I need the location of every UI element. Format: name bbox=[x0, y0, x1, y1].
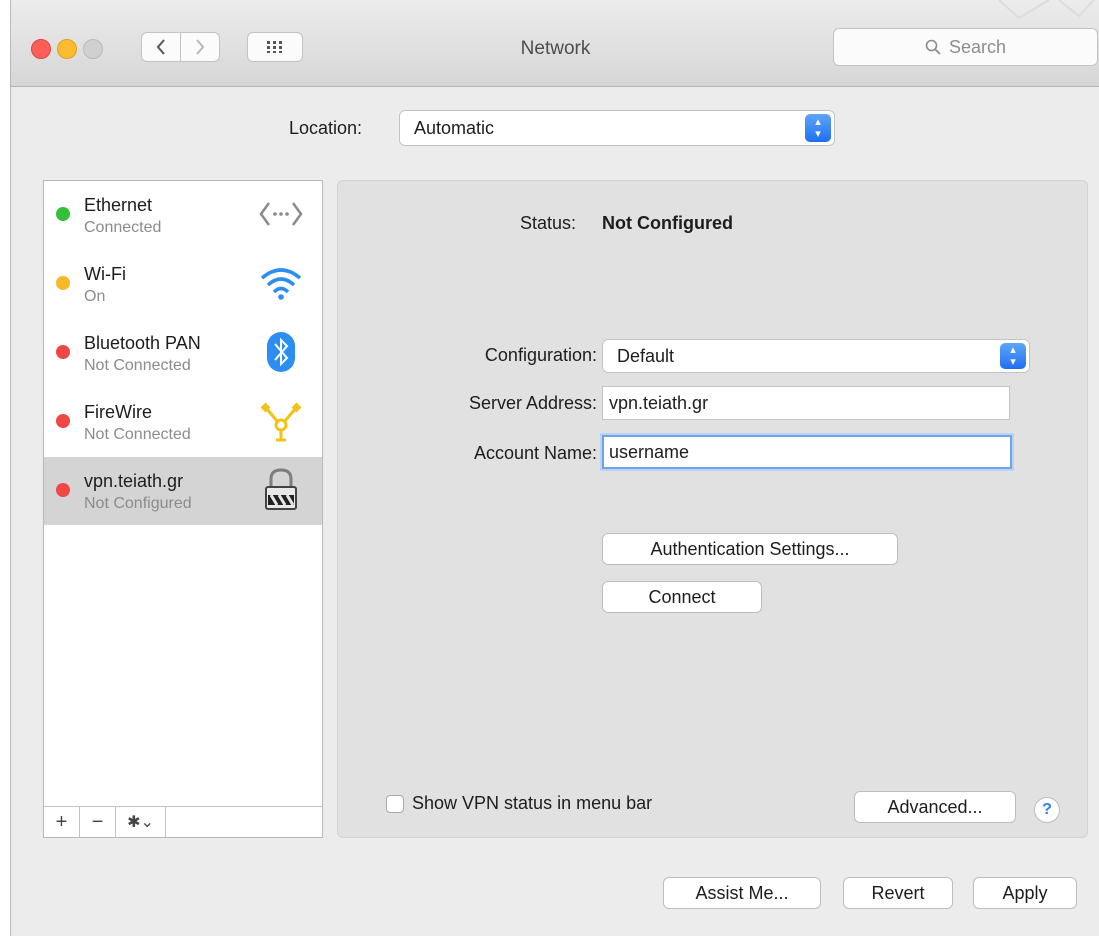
service-item-vpn[interactable]: vpn.teiath.gr Not Configured bbox=[44, 457, 322, 525]
service-name: Bluetooth PAN bbox=[84, 333, 201, 353]
account-name-field[interactable]: username bbox=[602, 435, 1012, 469]
service-status: Not Connected bbox=[84, 357, 191, 374]
wifi-icon bbox=[256, 258, 306, 308]
network-preferences-window: Network Search Location: Automatic ▴ ▾ Et… bbox=[10, 0, 1099, 936]
apply-button[interactable]: Apply bbox=[973, 877, 1077, 909]
configuration-label: Configuration: bbox=[484, 345, 597, 365]
service-status: Not Connected bbox=[84, 426, 191, 443]
select-arrows-icon: ▴ ▾ bbox=[805, 114, 831, 142]
service-name: Wi-Fi bbox=[84, 264, 126, 284]
location-select[interactable]: Automatic ▴ ▾ bbox=[399, 110, 835, 146]
account-name-label: Account Name: bbox=[473, 443, 597, 463]
remove-service-button[interactable]: − bbox=[80, 807, 116, 837]
service-status: Connected bbox=[84, 219, 162, 236]
show-vpn-status-checkbox[interactable] bbox=[386, 794, 404, 813]
title-bar: Network Search bbox=[11, 0, 1099, 87]
status-dot bbox=[56, 276, 70, 290]
authentication-settings-button[interactable]: Authentication Settings... bbox=[602, 533, 898, 565]
select-arrows-icon: ▴ ▾ bbox=[1000, 343, 1026, 369]
bluetooth-icon bbox=[256, 327, 306, 377]
action-menu-button[interactable]: ✱⌄ bbox=[116, 807, 166, 837]
server-address-field[interactable]: vpn.teiath.gr bbox=[602, 386, 1010, 420]
status-value: Not Configured bbox=[602, 213, 733, 233]
connect-button[interactable]: Connect bbox=[602, 581, 762, 613]
service-name: Ethernet bbox=[84, 195, 153, 215]
search-placeholder: Search bbox=[948, 36, 1007, 57]
status-dot bbox=[56, 414, 70, 428]
service-status: On bbox=[84, 288, 106, 305]
background-shape bbox=[998, 0, 1095, 20]
advanced-button[interactable]: Advanced... bbox=[854, 791, 1016, 823]
search-icon bbox=[925, 39, 941, 55]
location-label: Location: bbox=[289, 118, 363, 138]
service-item-bluetooth-pan[interactable]: Bluetooth PAN Not Connected bbox=[44, 319, 322, 387]
assist-me-button[interactable]: Assist Me... bbox=[663, 877, 821, 909]
status-label: Status: bbox=[520, 213, 577, 233]
service-name: vpn.teiath.gr bbox=[84, 471, 184, 491]
firewire-icon bbox=[256, 396, 306, 446]
service-list-toolbar: + − ✱⌄ bbox=[44, 806, 322, 837]
gear-icon: ✱⌄ bbox=[127, 814, 154, 831]
status-dot bbox=[56, 207, 70, 221]
revert-button[interactable]: Revert bbox=[843, 877, 953, 909]
service-list: Ethernet Connected Wi-Fi On Bluetooth PA… bbox=[43, 180, 323, 838]
service-item-firewire[interactable]: FireWire Not Connected bbox=[44, 388, 322, 456]
location-value: Automatic bbox=[414, 118, 495, 138]
service-item-wifi[interactable]: Wi-Fi On bbox=[44, 250, 322, 318]
service-item-ethernet[interactable]: Ethernet Connected bbox=[44, 181, 322, 249]
configuration-select[interactable]: Default ▴ ▾ bbox=[602, 339, 1030, 373]
status-dot bbox=[56, 345, 70, 359]
ethernet-icon bbox=[256, 189, 306, 239]
show-vpn-status-option[interactable]: Show VPN status in menu bar bbox=[386, 793, 652, 814]
service-name: FireWire bbox=[84, 402, 152, 422]
vpn-lock-icon bbox=[256, 465, 306, 515]
show-vpn-status-label: Show VPN status in menu bar bbox=[412, 793, 653, 813]
add-service-button[interactable]: + bbox=[44, 807, 80, 837]
help-button[interactable]: ? bbox=[1034, 797, 1060, 823]
search-field[interactable]: Search bbox=[833, 28, 1098, 66]
status-dot bbox=[56, 483, 70, 497]
vpn-detail-panel: Status: Not Configured Configuration: De… bbox=[337, 180, 1088, 838]
server-address-label: Server Address: bbox=[468, 393, 597, 413]
configuration-value: Default bbox=[617, 346, 675, 366]
service-status: Not Configured bbox=[84, 495, 192, 512]
